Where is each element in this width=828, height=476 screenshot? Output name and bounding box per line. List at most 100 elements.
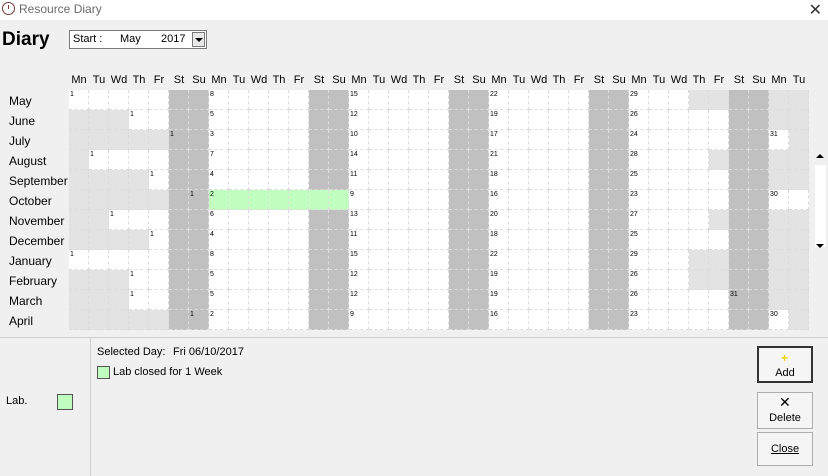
day-cell[interactable]	[189, 290, 209, 310]
day-cell[interactable]	[409, 290, 429, 310]
day-cell[interactable]	[449, 230, 469, 250]
day-cell[interactable]	[669, 150, 689, 170]
day-cell[interactable]	[289, 250, 309, 270]
day-cell[interactable]	[309, 290, 329, 310]
day-cell[interactable]	[369, 290, 389, 310]
day-cell[interactable]: 8	[209, 90, 229, 110]
day-cell[interactable]	[169, 270, 189, 290]
scroll-up-icon[interactable]	[816, 154, 824, 158]
day-cell[interactable]	[589, 90, 609, 110]
day-cell[interactable]: 1	[89, 150, 109, 170]
day-cell[interactable]	[329, 310, 349, 330]
day-cell[interactable]	[409, 190, 429, 210]
day-cell[interactable]	[469, 290, 489, 310]
day-cell[interactable]	[329, 250, 349, 270]
day-cell[interactable]	[269, 150, 289, 170]
day-cell[interactable]	[189, 90, 209, 110]
delete-button[interactable]: ✕ Delete	[757, 392, 813, 429]
day-cell[interactable]	[649, 310, 669, 330]
day-cell[interactable]	[509, 150, 529, 170]
day-cell[interactable]	[569, 230, 589, 250]
day-cell[interactable]	[729, 230, 749, 250]
day-cell[interactable]	[169, 250, 189, 270]
day-cell[interactable]	[529, 170, 549, 190]
day-cell[interactable]: 1	[129, 270, 149, 290]
day-cell[interactable]	[289, 310, 309, 330]
resource-color-swatch[interactable]	[57, 394, 73, 410]
day-cell[interactable]: 1	[169, 130, 189, 150]
day-cell[interactable]	[369, 230, 389, 250]
day-cell[interactable]	[729, 170, 749, 190]
day-cell[interactable]: 17	[489, 130, 509, 150]
day-cell[interactable]	[529, 230, 549, 250]
day-cell[interactable]	[709, 230, 729, 250]
day-cell[interactable]	[669, 230, 689, 250]
day-cell[interactable]	[449, 150, 469, 170]
day-cell[interactable]	[189, 110, 209, 130]
day-cell[interactable]	[669, 270, 689, 290]
day-cell[interactable]	[449, 130, 469, 150]
day-cell[interactable]	[609, 270, 629, 290]
day-cell[interactable]	[509, 170, 529, 190]
day-cell[interactable]	[249, 270, 269, 290]
day-cell[interactable]	[469, 130, 489, 150]
day-cell[interactable]: 9	[349, 190, 369, 210]
day-cell[interactable]	[749, 230, 769, 250]
day-cell[interactable]	[149, 290, 169, 310]
day-cell[interactable]	[469, 90, 489, 110]
day-cell[interactable]: 1	[109, 210, 129, 230]
day-cell[interactable]	[249, 130, 269, 150]
day-cell[interactable]	[189, 270, 209, 290]
day-cell[interactable]	[389, 190, 409, 210]
day-cell[interactable]	[309, 210, 329, 230]
day-cell[interactable]	[229, 150, 249, 170]
day-cell[interactable]: 16	[489, 190, 509, 210]
day-cell[interactable]	[589, 130, 609, 150]
add-button[interactable]: + Add	[757, 346, 813, 383]
close-button[interactable]: Close	[757, 432, 813, 466]
day-cell[interactable]	[429, 270, 449, 290]
day-cell[interactable]	[229, 130, 249, 150]
day-cell[interactable]	[409, 250, 429, 270]
day-cell[interactable]	[189, 250, 209, 270]
day-cell[interactable]	[409, 210, 429, 230]
day-cell[interactable]: 29	[629, 90, 649, 110]
day-cell[interactable]: 13	[349, 210, 369, 230]
day-cell[interactable]	[369, 170, 389, 190]
day-cell[interactable]	[749, 130, 769, 150]
day-cell[interactable]	[469, 270, 489, 290]
day-cell[interactable]	[469, 310, 489, 330]
day-cell[interactable]	[689, 210, 709, 230]
day-cell[interactable]	[669, 130, 689, 150]
day-cell[interactable]	[149, 270, 169, 290]
day-cell[interactable]	[549, 170, 569, 190]
day-cell[interactable]	[169, 150, 189, 170]
day-cell[interactable]	[269, 250, 289, 270]
day-cell[interactable]	[149, 210, 169, 230]
day-cell[interactable]	[309, 270, 329, 290]
day-cell[interactable]	[269, 230, 289, 250]
day-cell[interactable]	[229, 310, 249, 330]
day-cell[interactable]	[429, 90, 449, 110]
day-cell[interactable]	[649, 150, 669, 170]
day-cell[interactable]	[709, 190, 729, 210]
day-cell[interactable]	[249, 250, 269, 270]
day-cell[interactable]	[229, 270, 249, 290]
day-cell[interactable]	[329, 110, 349, 130]
day-cell[interactable]	[429, 110, 449, 130]
day-cell[interactable]: 5	[209, 110, 229, 130]
day-cell[interactable]	[509, 110, 529, 130]
day-cell[interactable]	[229, 170, 249, 190]
day-cell[interactable]	[609, 110, 629, 130]
day-cell[interactable]	[529, 310, 549, 330]
scroll-down-icon[interactable]	[816, 244, 824, 248]
day-cell[interactable]: 15	[349, 90, 369, 110]
day-cell[interactable]: 20	[489, 210, 509, 230]
day-cell[interactable]	[429, 250, 449, 270]
day-cell[interactable]	[429, 150, 449, 170]
day-cell[interactable]	[249, 170, 269, 190]
day-cell[interactable]: 1	[69, 90, 89, 110]
day-cell[interactable]: 19	[489, 110, 509, 130]
day-cell[interactable]	[409, 150, 429, 170]
day-cell[interactable]	[509, 130, 529, 150]
